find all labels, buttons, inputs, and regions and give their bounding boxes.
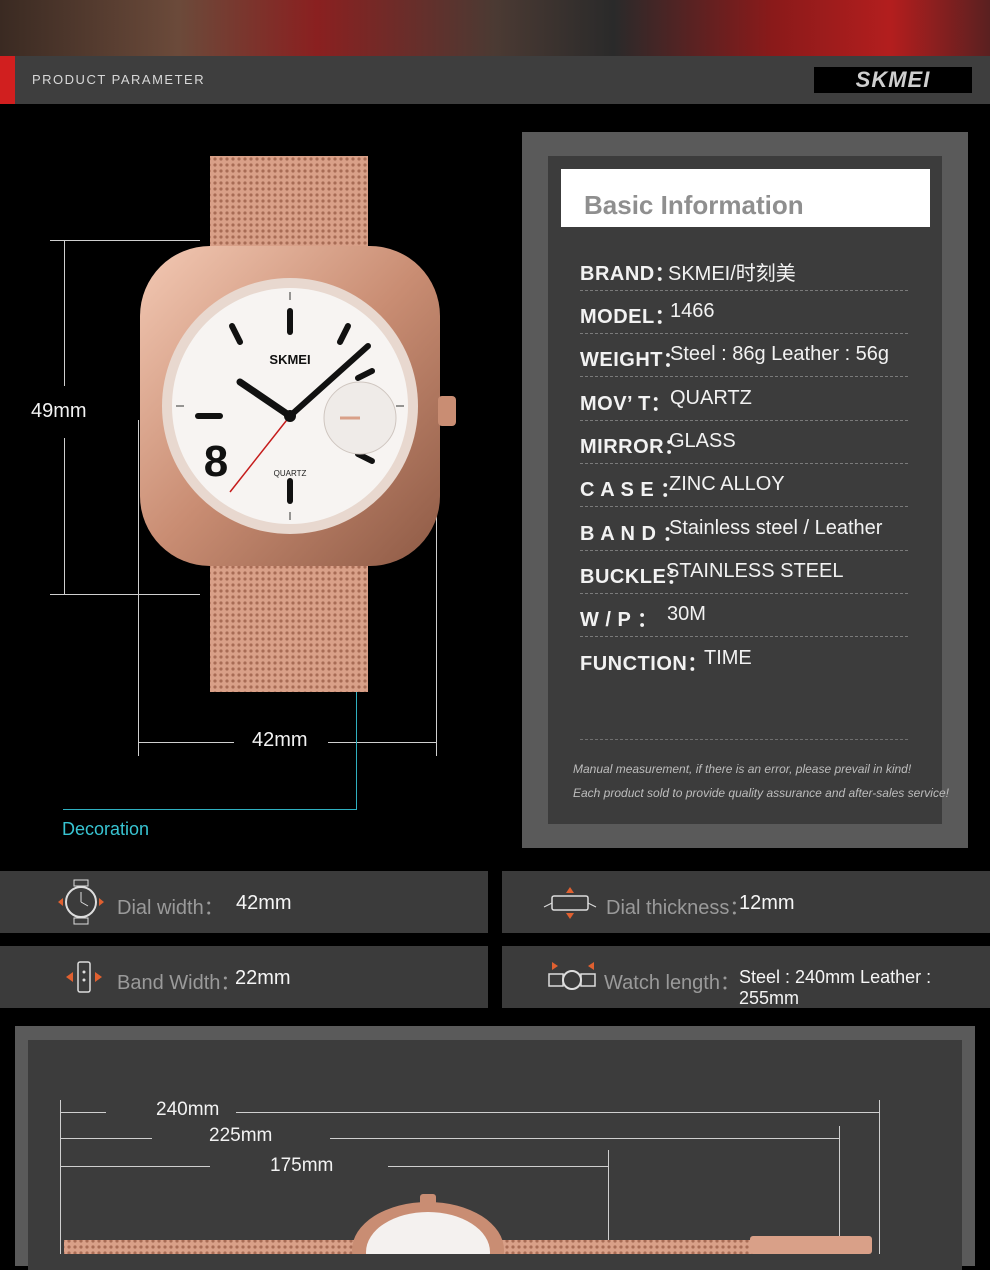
spec-row-brand: BRAND： SKMEI/时刻美 xyxy=(580,247,908,291)
stat-watch-length: Watch length： Steel : 240mm Leather : 25… xyxy=(502,946,990,1008)
spec-label: BRAND： xyxy=(580,263,676,285)
notes-divider xyxy=(580,739,908,740)
spec-row-buckle: BUCKLE： STAINLESS STEEL xyxy=(580,550,908,594)
length-line xyxy=(330,1138,840,1139)
spec-value: 30M xyxy=(667,603,706,625)
watch-numeral: 8 xyxy=(204,437,228,486)
length-line xyxy=(60,1166,210,1167)
spec-row-model: MODEL： 1466 xyxy=(580,290,908,334)
spec-value: Stainless steel / Leather xyxy=(669,517,883,539)
spec-value: ZINC ALLOY xyxy=(669,473,785,495)
dimension-line-horizontal-right xyxy=(328,742,436,743)
spec-label: W / P ： xyxy=(580,609,658,631)
spec-value: Steel : 86g Leather : 56g xyxy=(670,343,890,365)
stat-band-width: Band Width： 22mm xyxy=(0,946,488,1008)
dial-thickness-icon xyxy=(543,887,597,919)
spec-label: WEIGHT： xyxy=(580,349,684,371)
length-line xyxy=(60,1138,152,1139)
note-measurement: Manual measurement, if there is an error… xyxy=(573,762,912,776)
spec-value: SKMEI/时刻美 xyxy=(668,263,796,285)
dimension-line-vertical-lower xyxy=(64,438,65,594)
spec-value: GLASS xyxy=(669,430,736,452)
spec-row-band: B A N D ： Stainless steel / Leather xyxy=(580,507,908,551)
dimension-line-horizontal-left xyxy=(138,742,234,743)
spec-label: MODEL： xyxy=(580,306,676,328)
watch-logo: SKMEI xyxy=(269,352,310,367)
spec-row-movement: MOV’ T： QUARTZ xyxy=(580,377,908,421)
stat-label: Dial thickness： xyxy=(606,897,750,919)
spec-value: STAINLESS STEEL xyxy=(666,560,844,582)
info-title: Basic Information xyxy=(584,190,804,220)
note-warranty: Each product sold to provide quality ass… xyxy=(573,786,949,800)
stat-dial-width: Dial width： 42mm xyxy=(0,871,488,933)
stat-label: Band Width： xyxy=(117,972,241,994)
stat-value: 22mm xyxy=(235,967,291,989)
stat-value: 42mm xyxy=(236,892,292,914)
dimension-line-vertical-upper xyxy=(64,240,65,386)
brand-logo: SKMEI xyxy=(814,67,972,93)
length-line xyxy=(236,1112,880,1113)
stat-value: Steel : 240mm Leather : 255mm xyxy=(739,967,932,1008)
short-length: 175mm xyxy=(270,1155,334,1176)
section-title: PRODUCT PARAMETER xyxy=(32,72,206,87)
spec-row-case: C A S E ： ZINC ALLOY xyxy=(580,463,908,507)
spec-label: MOV’ T： xyxy=(580,393,672,415)
dial-width-icon xyxy=(58,879,104,925)
stat-value: 12mm xyxy=(739,892,795,914)
mid-length: 225mm xyxy=(209,1125,273,1146)
decoration-pointer-horizontal xyxy=(63,809,357,810)
stat-label: Dial width： xyxy=(117,897,224,919)
spec-row-water-proof: W / P ： 30M xyxy=(580,593,908,637)
spec-label: C A S E ： xyxy=(580,479,681,501)
watch-side-image xyxy=(64,1194,872,1254)
spec-value: QUARTZ xyxy=(670,387,752,409)
stat-label: Watch length： xyxy=(604,972,740,994)
width-dimension: 42mm xyxy=(252,729,308,751)
length-line xyxy=(388,1166,608,1167)
top-banner-image xyxy=(0,0,990,56)
watch-movement-text: QUARTZ xyxy=(274,469,307,478)
decoration-label: Decoration xyxy=(62,819,150,839)
dimension-line-left xyxy=(138,420,139,756)
spec-row-function: FUNCTION： TIME xyxy=(580,637,908,680)
spec-value: TIME xyxy=(704,647,752,669)
spec-row-weight: WEIGHT： Steel : 86g Leather : 56g xyxy=(580,333,908,377)
length-line xyxy=(60,1112,106,1113)
total-length: 240mm xyxy=(156,1099,220,1120)
header-accent xyxy=(0,56,15,104)
spec-row-mirror: MIRROR： GLASS xyxy=(580,420,908,464)
spec-value: 1466 xyxy=(670,300,715,322)
stat-dial-thickness: Dial thickness： 12mm xyxy=(502,871,990,933)
watch-length-icon xyxy=(548,962,596,990)
spec-label: B A N D ： xyxy=(580,523,684,545)
height-dimension: 49mm xyxy=(31,400,87,422)
spec-label: FUNCTION： xyxy=(580,653,708,675)
watch-image: SKMEI QUARTZ 8 xyxy=(140,156,456,692)
band-width-icon xyxy=(66,961,102,993)
